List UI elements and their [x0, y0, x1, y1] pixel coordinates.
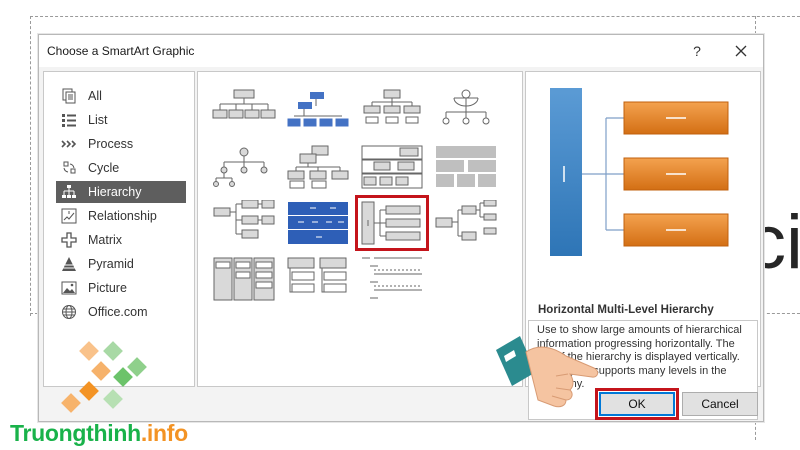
hierarchy-icon: [60, 183, 78, 201]
layout-thumbnail[interactable]: [360, 88, 424, 134]
pointing-hand-icon: [496, 336, 599, 408]
category-label: Hierarchy: [88, 185, 142, 199]
category-hierarchy[interactable]: Hierarchy: [56, 181, 186, 203]
layout-thumbnail[interactable]: [212, 88, 276, 134]
dialog-title: Choose a SmartArt Graphic: [47, 44, 195, 58]
brand-domain: .info: [140, 420, 188, 446]
category-label: Pyramid: [88, 257, 134, 271]
layout-thumbnail[interactable]: [212, 256, 276, 302]
slide-border-left: [30, 16, 31, 316]
category-label: List: [88, 113, 108, 127]
brand-name: Truongthinh: [10, 420, 141, 446]
layout-thumbnail[interactable]: [434, 144, 498, 190]
cancel-button[interactable]: Cancel: [682, 392, 758, 416]
layout-thumbnail[interactable]: [286, 144, 350, 190]
picture-icon: [60, 279, 78, 297]
category-all[interactable]: All: [56, 85, 186, 107]
pyramid-icon: [60, 255, 78, 273]
category-label: Cycle: [88, 161, 120, 175]
category-pyramid[interactable]: Pyramid: [56, 253, 186, 275]
category-picture[interactable]: Picture: [56, 277, 186, 299]
category-office-com[interactable]: Office.com: [56, 301, 186, 323]
layout-thumbnail[interactable]: [212, 199, 276, 246]
help-button[interactable]: ?: [687, 41, 707, 61]
category-label: Relationship: [88, 209, 157, 223]
category-process[interactable]: Process: [56, 133, 186, 155]
preview-title: Horizontal Multi-Level Hierarchy: [538, 304, 714, 316]
category-relationship[interactable]: Relationship: [56, 205, 186, 227]
category-cycle[interactable]: Cycle: [56, 157, 186, 179]
layout-thumbnail[interactable]: [212, 144, 276, 190]
brand-watermark: Truongthinh.info: [10, 420, 188, 447]
category-label: Picture: [88, 281, 127, 295]
category-label: Office.com: [88, 305, 148, 319]
cycle-icon: [60, 159, 78, 177]
close-button[interactable]: [731, 41, 751, 61]
close-icon: [735, 45, 747, 57]
category-label: All: [88, 89, 102, 103]
layout-thumbnail[interactable]: [286, 256, 350, 302]
preview-diagram: [550, 88, 729, 256]
layout-thumbnail[interactable]: [286, 88, 350, 134]
category-matrix[interactable]: Matrix: [56, 229, 186, 251]
layout-thumbnail[interactable]: [434, 88, 498, 134]
layout-thumbnail[interactable]: [434, 199, 498, 246]
category-label: Process: [88, 137, 134, 151]
category-list-item[interactable]: List: [56, 109, 186, 131]
layout-thumbnail[interactable]: [360, 256, 424, 302]
title-bar: Choose a SmartArt Graphic ?: [39, 35, 763, 67]
globe-icon: [60, 303, 78, 321]
process-icon: [60, 135, 78, 153]
ok-button[interactable]: OK: [599, 392, 675, 416]
matrix-icon: [60, 231, 78, 249]
layout-thumbnail-horizontal-multi-level-hierarchy[interactable]: [355, 195, 429, 251]
layout-thumbnail[interactable]: [286, 200, 350, 246]
all-icon: [60, 87, 78, 105]
relationship-icon: [60, 207, 78, 225]
slide-border-top: [30, 16, 800, 17]
layout-gallery: [197, 71, 523, 387]
layout-thumbnail[interactable]: [360, 144, 424, 190]
brand-logo-icon: [61, 341, 147, 413]
list-icon: [60, 111, 78, 129]
category-label: Matrix: [88, 233, 123, 247]
